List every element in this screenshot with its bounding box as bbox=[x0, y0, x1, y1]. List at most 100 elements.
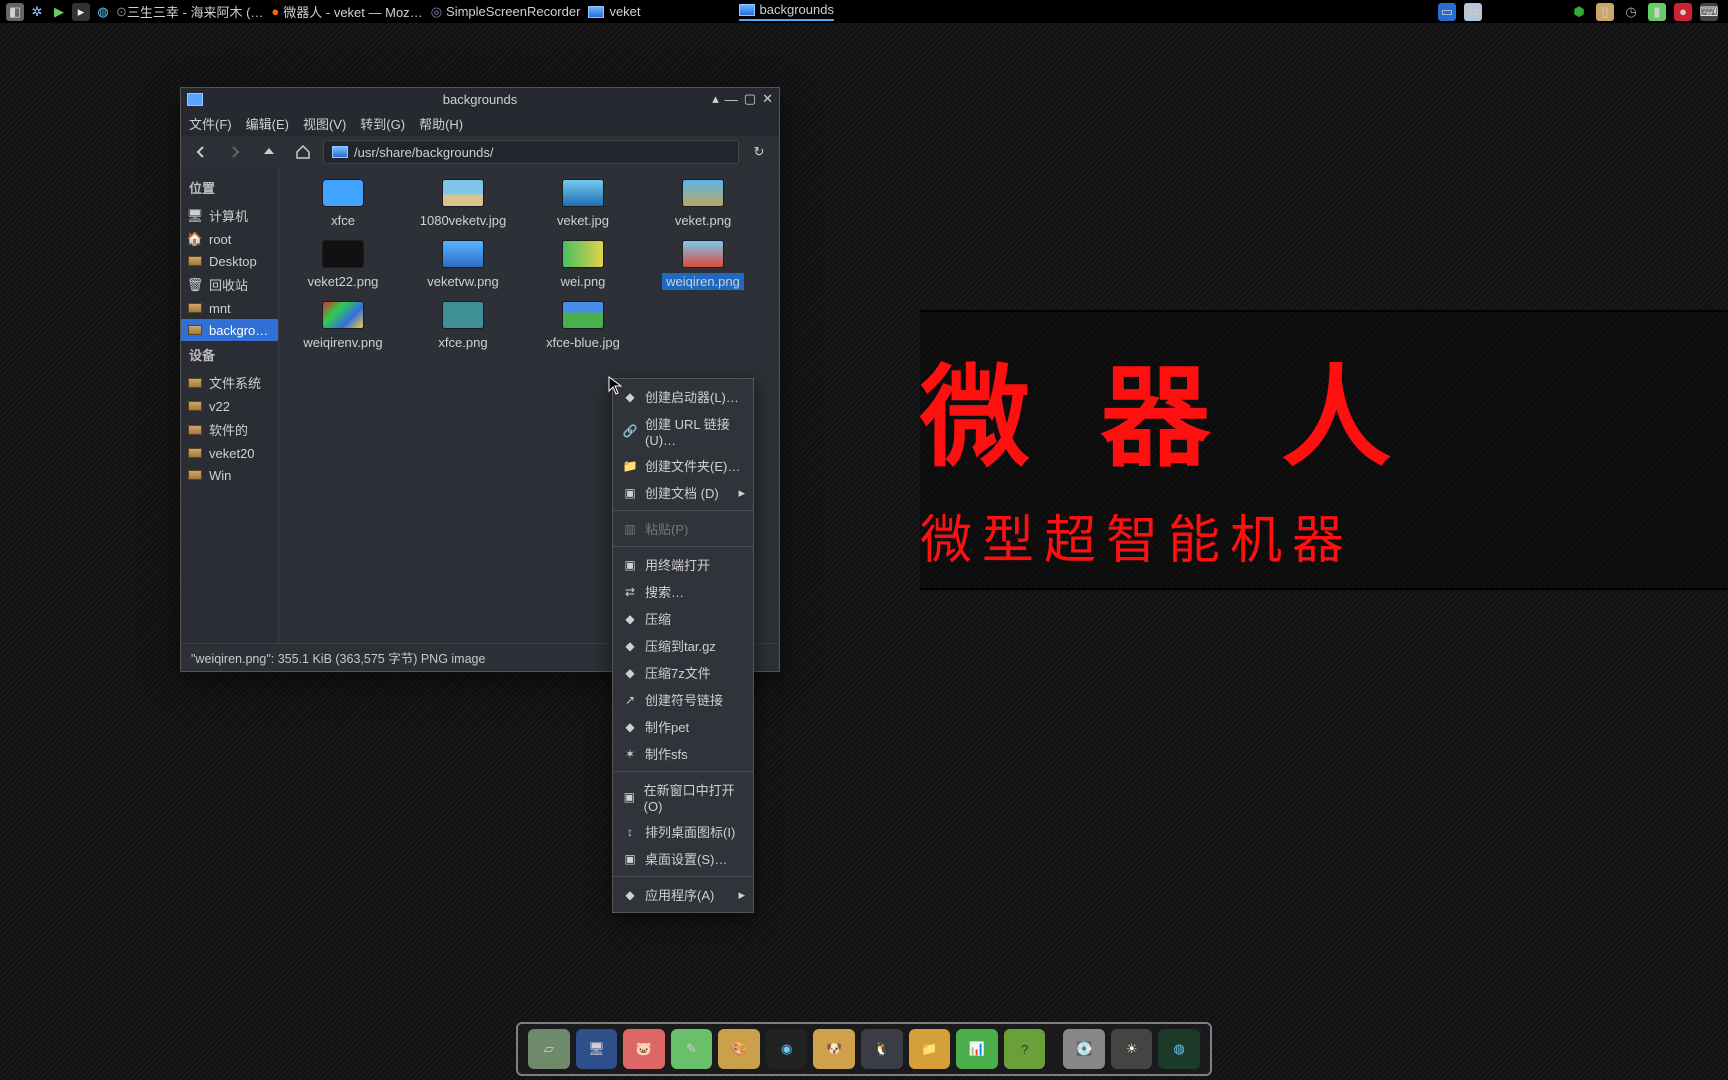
path-folder-icon bbox=[332, 146, 348, 158]
image-thumbnail bbox=[323, 241, 363, 267]
tray-clock-icon[interactable]: ◷ bbox=[1622, 3, 1640, 21]
sidebar-device-软件的[interactable]: 软件的 bbox=[181, 417, 278, 442]
globe-icon[interactable]: ◍ bbox=[94, 3, 112, 21]
taskbar-app-veket[interactable]: veket bbox=[588, 4, 640, 19]
file-veket.png[interactable]: veket.png bbox=[643, 176, 763, 237]
context-item[interactable]: ▣用终端打开 bbox=[613, 551, 753, 578]
nav-forward-button[interactable] bbox=[221, 139, 249, 165]
context-item[interactable]: ◆压缩 bbox=[613, 605, 753, 632]
dock-item-record[interactable]: ◉ bbox=[766, 1029, 808, 1069]
system-menu-icon[interactable]: ◧ bbox=[6, 3, 24, 21]
context-item[interactable]: ✶制作sfs bbox=[613, 740, 753, 767]
sidebar-item-mnt[interactable]: mnt bbox=[181, 297, 278, 319]
menu-edit[interactable]: 编辑(E) bbox=[246, 114, 289, 133]
file-label: 1080veketv.jpg bbox=[416, 212, 511, 229]
sidebar-device-Win[interactable]: Win bbox=[181, 464, 278, 486]
context-item[interactable]: ◆压缩7z文件 bbox=[613, 659, 753, 686]
sidebar-item-回收站[interactable]: 🗑回收站 bbox=[181, 272, 278, 297]
file-veket.jpg[interactable]: veket.jpg bbox=[523, 176, 643, 237]
dock-item-puppy[interactable]: 🐶 bbox=[813, 1029, 855, 1069]
tray-monitor-icon[interactable]: ▭ bbox=[1438, 3, 1456, 21]
context-item[interactable]: ◆应用程序(A)▸ bbox=[613, 881, 753, 908]
context-item-label: 创建 URL 链接(U)… bbox=[645, 414, 743, 448]
context-item[interactable]: ↗创建符号链接 bbox=[613, 686, 753, 713]
tray-clipboard-icon[interactable]: ▯ bbox=[1596, 3, 1614, 21]
tray-window-icon[interactable]: ▭ bbox=[1464, 3, 1482, 21]
nav-up-button[interactable] bbox=[255, 139, 283, 165]
file-label: xfce-blue.jpg bbox=[542, 334, 624, 351]
dock-item-help[interactable]: ? bbox=[1004, 1029, 1046, 1069]
sidebar-item-root[interactable]: 🏠root bbox=[181, 228, 278, 250]
tray-battery-icon[interactable]: ▮ bbox=[1648, 3, 1666, 21]
tray-shield-icon[interactable]: ⬢ bbox=[1570, 3, 1588, 21]
terminal-shortcut-icon[interactable]: ▸ bbox=[72, 3, 90, 21]
window-titlebar[interactable]: backgrounds ▴ — ▢ ✕ bbox=[181, 88, 779, 110]
dock-item-terminal[interactable]: ▱ bbox=[528, 1029, 570, 1069]
folder-icon bbox=[187, 322, 203, 338]
dock-item-display[interactable]: 🖥 bbox=[576, 1029, 618, 1069]
context-item-label: 搜索… bbox=[645, 582, 684, 601]
sidebar-item-backgro…[interactable]: backgro… bbox=[181, 319, 278, 341]
context-item[interactable]: ◆制作pet bbox=[613, 713, 753, 740]
path-input[interactable]: /usr/share/backgrounds/ bbox=[323, 140, 739, 164]
dock-item-brightness[interactable]: ☀ bbox=[1111, 1029, 1153, 1069]
dock-item-pig[interactable]: 🐷 bbox=[623, 1029, 665, 1069]
file-veketvw.png[interactable]: veketvw.png bbox=[403, 237, 523, 298]
context-item[interactable]: ▣桌面设置(S)… bbox=[613, 845, 753, 872]
taskbar-app-browser[interactable]: ●微器人 - veket — Moz… bbox=[271, 2, 422, 21]
refresh-button[interactable]: ↻ bbox=[745, 139, 773, 165]
window-close-button[interactable]: ✕ bbox=[762, 91, 773, 107]
dock-item-chart[interactable]: 📊 bbox=[956, 1029, 998, 1069]
context-item[interactable]: 🔗创建 URL 链接(U)… bbox=[613, 410, 753, 452]
taskbar-app-backgrounds[interactable]: backgrounds bbox=[739, 2, 834, 21]
context-item[interactable]: ◆压缩到tar.gz bbox=[613, 632, 753, 659]
play-icon[interactable]: ▶ bbox=[50, 3, 68, 21]
context-item-label: 排列桌面图标(I) bbox=[645, 822, 735, 841]
sidebar-item-Desktop[interactable]: Desktop bbox=[181, 250, 278, 272]
file-wei.png[interactable]: wei.png bbox=[523, 237, 643, 298]
sidebar-device-v22[interactable]: v22 bbox=[181, 395, 278, 417]
file-xfce.png[interactable]: xfce.png bbox=[403, 298, 523, 359]
menu-go[interactable]: 转到(G) bbox=[360, 114, 405, 133]
file-weiqiren.png[interactable]: weiqiren.png bbox=[643, 237, 763, 298]
file-label: veket22.png bbox=[304, 273, 383, 290]
file-veket22.png[interactable]: veket22.png bbox=[283, 237, 403, 298]
file-xfce[interactable]: xfce bbox=[283, 176, 403, 237]
dock-item-paint[interactable]: 🎨 bbox=[718, 1029, 760, 1069]
menu-help[interactable]: 帮助(H) bbox=[419, 114, 463, 133]
nav-home-button[interactable] bbox=[289, 139, 317, 165]
taskbar-app-music[interactable]: 三生三幸 - 海来阿木 (… bbox=[127, 2, 264, 21]
context-item[interactable]: ▣在新窗口中打开(O) bbox=[613, 776, 753, 818]
sidebar-device-文件系统[interactable]: 文件系统 bbox=[181, 370, 278, 395]
status-text: "weiqiren.png": 355.1 KiB (363,575 字节) P… bbox=[191, 648, 485, 667]
sidebar-device-veket20[interactable]: veket20 bbox=[181, 442, 278, 464]
tray-keyboard-icon[interactable]: ⌨ bbox=[1700, 3, 1718, 21]
apps-icon[interactable]: ✲ bbox=[28, 3, 46, 21]
dock-item-tux[interactable]: 🐧 bbox=[861, 1029, 903, 1069]
window-minimize-button[interactable]: — bbox=[725, 92, 738, 107]
dock-item-disk[interactable]: 💽 bbox=[1063, 1029, 1105, 1069]
image-thumbnail bbox=[323, 302, 363, 328]
dock-item-globe[interactable]: ◍ bbox=[1158, 1029, 1200, 1069]
window-maximize-button[interactable]: ▢ bbox=[744, 91, 756, 107]
context-item[interactable]: ⇄搜索… bbox=[613, 578, 753, 605]
menu-view[interactable]: 视图(V) bbox=[303, 114, 346, 133]
window-keep-above-button[interactable]: ▴ bbox=[712, 91, 719, 107]
context-item[interactable]: ◆创建启动器(L)… bbox=[613, 383, 753, 410]
dock-item-draw[interactable]: ✎ bbox=[671, 1029, 713, 1069]
taskbar-app-recorder[interactable]: ◎SimpleScreenRecorder bbox=[431, 4, 581, 20]
tray-record-icon[interactable]: ● bbox=[1674, 3, 1692, 21]
sidebar-item-计算机[interactable]: 🖥计算机 bbox=[181, 203, 278, 228]
context-item-icon: 📁 bbox=[623, 459, 637, 473]
context-item[interactable]: ▣创建文档 (D)▸ bbox=[613, 479, 753, 506]
dock-item-files[interactable]: 📁 bbox=[909, 1029, 951, 1069]
context-item[interactable]: ↕排列桌面图标(I) bbox=[613, 818, 753, 845]
context-item[interactable]: 📁创建文件夹(E)… bbox=[613, 452, 753, 479]
menu-file[interactable]: 文件(F) bbox=[189, 114, 232, 133]
file-1080veketv.jpg[interactable]: 1080veketv.jpg bbox=[403, 176, 523, 237]
nav-back-button[interactable] bbox=[187, 139, 215, 165]
file-xfce-blue.jpg[interactable]: xfce-blue.jpg bbox=[523, 298, 643, 359]
context-item-label: 应用程序(A) bbox=[645, 885, 714, 904]
file-weiqirenv.png[interactable]: weiqirenv.png bbox=[283, 298, 403, 359]
context-item-icon: ✶ bbox=[623, 747, 637, 761]
